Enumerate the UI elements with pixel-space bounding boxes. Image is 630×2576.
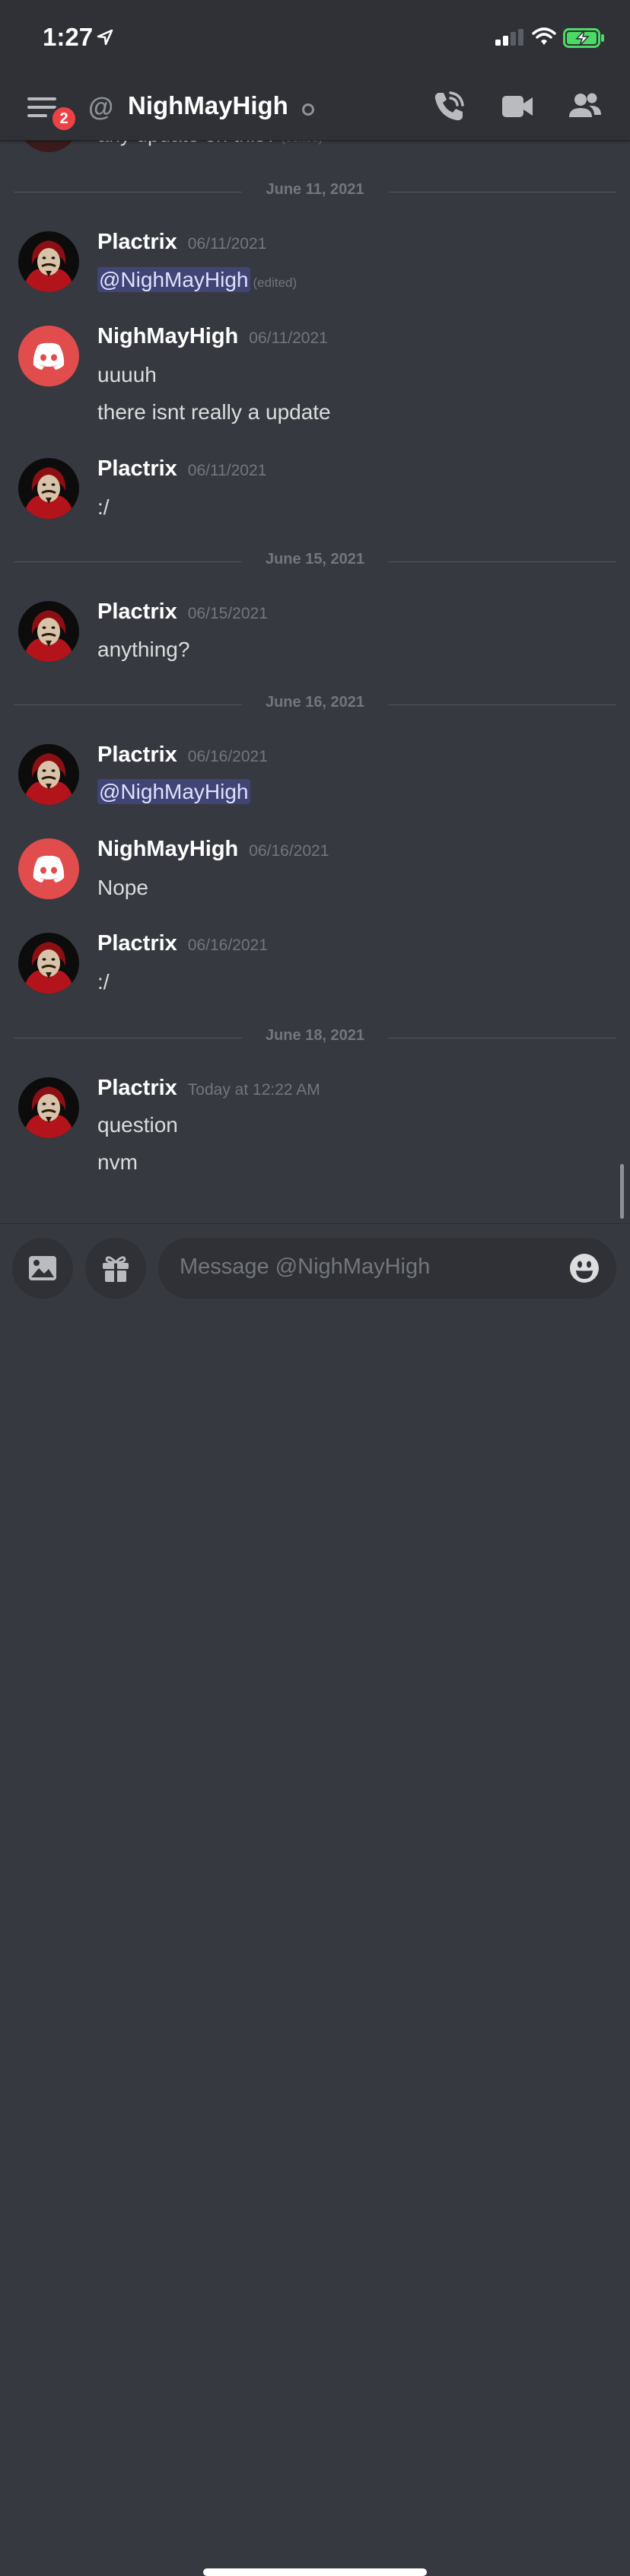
channel-header: @ NighMayHigh [0,76,630,141]
members-icon[interactable] [566,91,603,122]
attach-image-button[interactable] [12,1238,73,1299]
message-composer: Message @NighMayHigh [0,1223,630,2576]
message-text: Nope [97,876,148,899]
scrollbar[interactable] [620,1164,624,1219]
message-text: question [97,1113,178,1137]
unread-badge: 2 [50,105,78,132]
date-divider-label: June 16, 2021 [265,694,365,711]
message-timestamp: 06/16/2021 [249,842,329,860]
avatar[interactable] [18,838,79,899]
avatar[interactable] [18,231,79,292]
message-text: uuuuh [97,363,157,386]
edited-label: (edited) [253,275,298,290]
author-name[interactable]: NighMayHigh [97,324,238,348]
emoji-icon[interactable] [569,1253,600,1283]
avatar[interactable] [18,744,79,805]
author-name[interactable]: Plactrix [97,456,177,481]
message-timestamp: Today at 12:22 AM [187,1081,320,1099]
user-mention[interactable]: @NighMayHigh [97,779,250,804]
author-name[interactable]: Plactrix [97,1076,177,1100]
message-text: there isnt really a update [97,400,331,424]
message-header: Plactrix 06/15/2021 [97,599,268,625]
date-divider-label: June 15, 2021 [265,551,365,568]
gift-icon [103,1256,129,1282]
image-icon [29,1256,56,1280]
channel-name[interactable]: NighMayHigh [128,91,288,120]
date-divider-label: June 11, 2021 [266,181,364,198]
message-header: Plactrix 06/16/2021 [97,743,268,768]
message-text: @NighMayHigh [97,779,250,804]
date-divider: June 18, 2021 [14,1027,616,1048]
author-name[interactable]: NighMayHigh [97,837,238,861]
message-input-placeholder: Message @NighMayHigh [180,1255,431,1279]
author-name[interactable]: Plactrix [97,931,177,956]
date-divider: June 16, 2021 [14,694,616,715]
phone-call-icon[interactable] [432,90,466,123]
message-input[interactable]: Message @NighMayHigh [158,1238,616,1299]
message-text: anything? [97,638,190,661]
message-timestamp: 06/11/2021 [187,462,267,479]
message-text: :/ [97,495,110,519]
message-timestamp: 06/15/2021 [187,605,268,622]
avatar[interactable] [18,326,79,386]
message-text: nvm [97,1150,138,1174]
message-header: Plactrix 06/16/2021 [97,931,268,956]
date-divider: June 11, 2021 [14,181,616,202]
author-name[interactable]: Plactrix [97,599,177,624]
message-header: Plactrix Today at 12:22 AM [97,1076,320,1101]
message-header: NighMayHigh 06/11/2021 [97,324,328,349]
offline-status-icon [302,103,314,116]
gift-button[interactable] [85,1238,146,1299]
at-icon: @ [88,93,114,122]
message-timestamp: 06/16/2021 [187,748,268,765]
video-camera-icon[interactable] [501,93,534,120]
date-divider-label: June 18, 2021 [265,1027,365,1044]
avatar[interactable] [18,458,79,519]
message-list[interactable]: any update on this?(edited) June 11, 202… [0,0,630,1223]
avatar[interactable] [18,933,79,994]
message-timestamp: 06/11/2021 [249,329,328,347]
message-timestamp: 06/16/2021 [187,937,268,954]
message-header: Plactrix 06/11/2021 [97,230,266,255]
message-text: :/ [97,970,110,994]
date-divider: June 15, 2021 [14,551,616,572]
avatar[interactable] [18,601,79,662]
message-timestamp: 06/11/2021 [187,235,267,253]
message-header: NighMayHigh 06/16/2021 [97,837,329,862]
home-indicator[interactable] [203,2568,427,2576]
message-text: @NighMayHigh (edited) [97,267,298,292]
author-name[interactable]: Plactrix [97,230,177,254]
user-mention[interactable]: @NighMayHigh [97,267,250,292]
avatar[interactable] [18,1077,79,1138]
message-header: Plactrix 06/11/2021 [97,456,266,482]
author-name[interactable]: Plactrix [97,743,177,767]
